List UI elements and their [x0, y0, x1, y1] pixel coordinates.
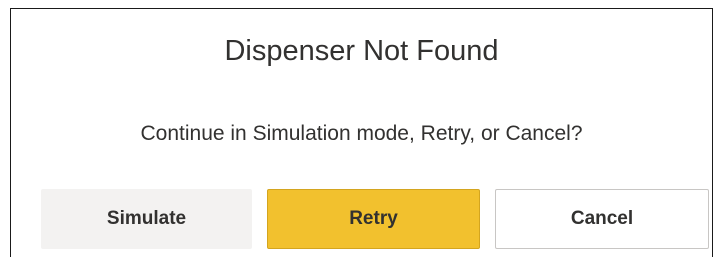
- dialog: Dispenser Not Found Continue in Simulati…: [10, 8, 713, 257]
- dialog-title: Dispenser Not Found: [224, 35, 499, 67]
- cancel-button[interactable]: Cancel: [495, 189, 709, 249]
- retry-button[interactable]: Retry: [267, 189, 480, 249]
- retry-button-label: Retry: [349, 208, 398, 229]
- simulate-button-label: Simulate: [106, 208, 187, 229]
- simulate-button[interactable]: Simulate: [41, 189, 252, 249]
- cancel-button-label: Cancel: [570, 208, 634, 229]
- dialog-message: Continue in Simulation mode, Retry, or C…: [140, 122, 583, 145]
